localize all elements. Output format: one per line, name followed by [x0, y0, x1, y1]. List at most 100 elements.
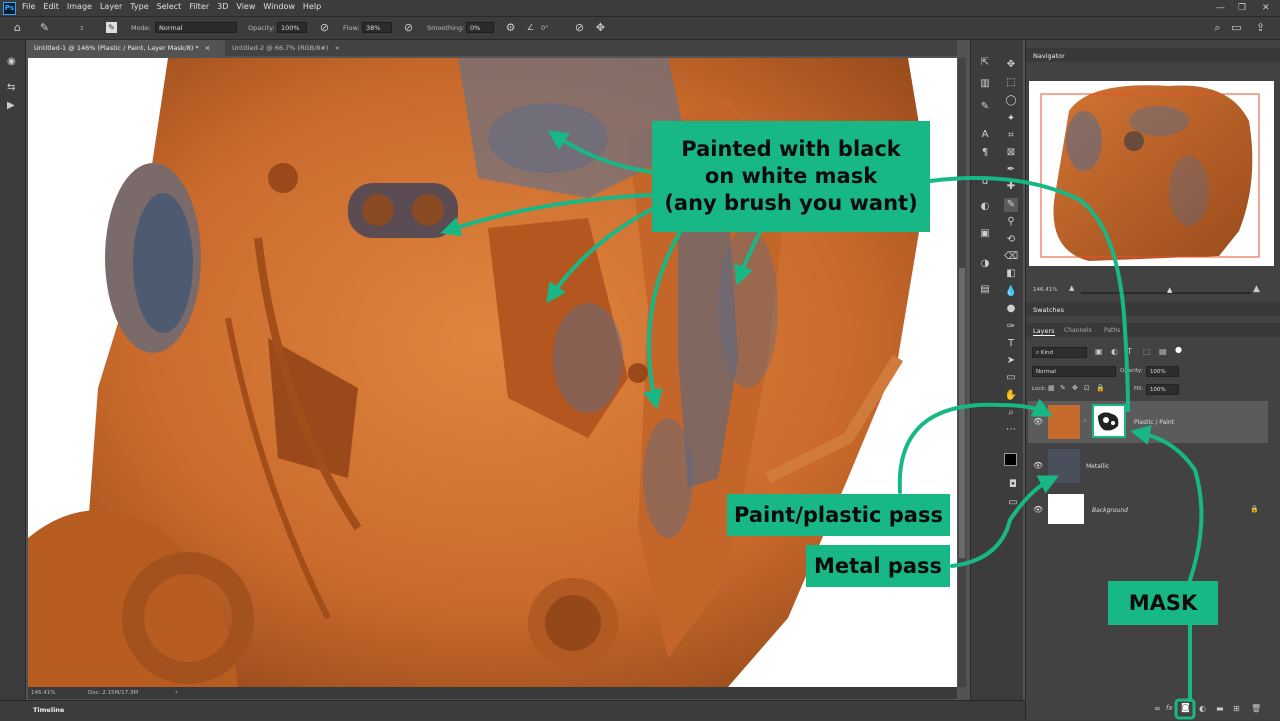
zoom-slider-thumb[interactable]: ▲ [1167, 286, 1172, 294]
search-icon[interactable]: ⌕ [1211, 21, 1224, 34]
menu-select[interactable]: Select [157, 2, 182, 11]
visibility-eye-icon[interactable]: 👁 [1033, 505, 1043, 514]
spot-heal-icon[interactable]: ✚ [1004, 180, 1018, 194]
hand-tool-icon[interactable]: ✋ [1004, 389, 1018, 403]
new-group-icon[interactable]: ▬ [1216, 704, 1224, 713]
flow-field[interactable]: 38% [362, 22, 392, 33]
zoom-out-icon[interactable]: ▲ [1069, 284, 1074, 292]
scroll-thumb[interactable] [959, 268, 965, 558]
brush-tool-icon[interactable]: ✎ [38, 21, 51, 34]
timeline-label[interactable]: Timeline [33, 706, 64, 714]
lock-image-icon[interactable]: ✎ [1060, 384, 1066, 392]
paragraph-icon[interactable]: ¶ [978, 146, 992, 160]
add-mask-icon[interactable]: ◙ [1181, 703, 1190, 713]
pressure-opacity-icon[interactable]: ⊘ [318, 21, 331, 34]
pen-tool-icon[interactable]: ✑ [1004, 320, 1018, 334]
more-tools-icon[interactable]: ⋯ [1004, 423, 1018, 437]
filter-type-icon[interactable]: T [1127, 347, 1132, 356]
lock-position-icon[interactable]: ✥ [1072, 384, 1078, 392]
layer-name[interactable]: Plastic / Paint [1134, 419, 1174, 426]
trash-icon[interactable]: 🗑 [1251, 704, 1261, 713]
zoom-in-icon[interactable]: ▲ [1253, 284, 1260, 294]
layer-name[interactable]: Metallic [1086, 463, 1109, 470]
minimize-button[interactable]: — [1216, 3, 1225, 13]
lock-all-icon[interactable]: 🔒 [1096, 384, 1105, 392]
history-icon[interactable]: ◉ [7, 56, 16, 67]
tab-paths[interactable]: Paths [1104, 327, 1120, 334]
new-layer-icon[interactable]: ⊞ [1233, 704, 1240, 713]
gradient-icon[interactable]: ◧ [1004, 267, 1018, 281]
angle-value[interactable]: 0° [541, 24, 548, 32]
layer-row-background[interactable]: 👁 Background 🔒 [1028, 489, 1268, 531]
filter-pixel-icon[interactable]: ▣ [1095, 347, 1103, 356]
navigator-thumbnail[interactable] [1029, 81, 1274, 266]
filter-smart-object-icon[interactable]: ▤ [1159, 347, 1167, 356]
quick-mask-icon[interactable]: ◘ [1006, 478, 1020, 492]
status-zoom[interactable]: 146.41% [31, 690, 55, 696]
visibility-eye-icon[interactable]: 👁 [1033, 461, 1043, 470]
brush-preset-icon[interactable]: ✎ [978, 100, 992, 114]
layer-name[interactable]: Background [1092, 507, 1128, 514]
fx-icon[interactable]: fx [1166, 704, 1173, 712]
libraries-icon[interactable]: ▤ [978, 283, 992, 297]
screen-mode-icon[interactable]: ▭ [1006, 496, 1020, 510]
blend-mode-select[interactable]: Normal [1032, 366, 1116, 377]
workspace-icon[interactable]: ▭ [1230, 21, 1243, 34]
layer-mask-thumbnail[interactable] [1092, 404, 1126, 438]
vertical-scrollbar[interactable] [958, 58, 966, 687]
tab-channels[interactable]: Channels [1064, 327, 1092, 334]
glyphs-icon[interactable]: ɑ [978, 175, 992, 189]
quick-select-icon[interactable]: ✦ [1004, 112, 1018, 126]
brush-settings-icon[interactable]: ✎ [106, 22, 117, 33]
stamp-tool-icon[interactable]: ⚲ [1004, 215, 1018, 229]
menu-filter[interactable]: Filter [189, 2, 209, 11]
menu-layer[interactable]: Layer [100, 2, 122, 11]
maximize-button[interactable]: ❐ [1238, 3, 1246, 13]
filter-shape-icon[interactable]: ⬚ [1143, 347, 1151, 356]
tab-close-icon[interactable]: × [334, 44, 339, 52]
opacity-field[interactable]: 100% [277, 22, 307, 33]
symmetry-icon[interactable]: ✥ [594, 21, 607, 34]
lock-artboard-icon[interactable]: ⊡ [1084, 384, 1090, 392]
menu-edit[interactable]: Edit [43, 2, 59, 11]
mode-select[interactable]: Normal [155, 22, 237, 33]
close-window-button[interactable]: ✕ [1262, 3, 1270, 13]
menu-help[interactable]: Help [303, 2, 321, 11]
link-icon[interactable]: ∞ [1154, 704, 1161, 713]
fill-field[interactable]: 100% [1146, 384, 1179, 395]
layer-opacity-field[interactable]: 100% [1146, 366, 1179, 377]
crop-tool-icon[interactable]: ⌗ [1004, 129, 1018, 143]
adjustment-layer-icon[interactable]: ◐ [1199, 704, 1206, 713]
menu-image[interactable]: Image [67, 2, 92, 11]
rectangle-tool-icon[interactable]: ▭ [1004, 371, 1018, 385]
type-tool-icon[interactable]: T [1004, 337, 1018, 351]
color-icon[interactable]: ◐ [978, 200, 992, 214]
filter-toggle-icon[interactable]: ● [1175, 345, 1182, 354]
brush-tool-icon[interactable]: ✎ [1004, 198, 1018, 212]
foreground-color-swatch[interactable] [1004, 453, 1017, 466]
character-icon[interactable]: A [978, 128, 992, 142]
path-select-icon[interactable]: ➤ [1004, 354, 1018, 368]
home-icon[interactable]: ⌂ [11, 21, 24, 34]
swatches-title[interactable]: Swatches [1033, 306, 1064, 314]
move-tool-icon[interactable]: ✥ [1004, 58, 1018, 72]
adjust-icon[interactable]: ⇆ [7, 82, 15, 93]
layer-row-metallic[interactable]: 👁 Metallic [1028, 445, 1268, 487]
layer-row-plastic-paint[interactable]: 👁 ∞ Plastic / Paint [1028, 401, 1268, 443]
menu-3d[interactable]: 3D [217, 2, 228, 11]
menu-type[interactable]: Type [130, 2, 148, 11]
filter-adjustment-icon[interactable]: ◐ [1111, 347, 1118, 356]
zoom-tool-icon[interactable]: ⌕ [1004, 406, 1018, 420]
navigator-zoom[interactable]: 146.41% [1033, 287, 1057, 293]
history-brush-tool-icon[interactable]: ⟲ [1004, 233, 1018, 247]
visibility-eye-icon[interactable]: 👁 [1033, 417, 1043, 426]
navigator-title[interactable]: Navigator [1033, 52, 1065, 60]
tab-untitled-1[interactable]: Untitled-1 @ 146% (Plastic / Paint, Laye… [28, 40, 225, 56]
menu-file[interactable]: File [22, 2, 35, 11]
airbrush-icon[interactable]: ⊘ [402, 21, 415, 34]
marquee-tool-icon[interactable]: ⬚ [1004, 76, 1018, 90]
chain-link-icon[interactable]: ∞ [1083, 418, 1087, 424]
tab-layers[interactable]: Layers [1033, 327, 1055, 336]
lasso-tool-icon[interactable]: ◯ [1004, 94, 1018, 108]
smoothing-gear-icon[interactable]: ⚙ [504, 21, 517, 34]
